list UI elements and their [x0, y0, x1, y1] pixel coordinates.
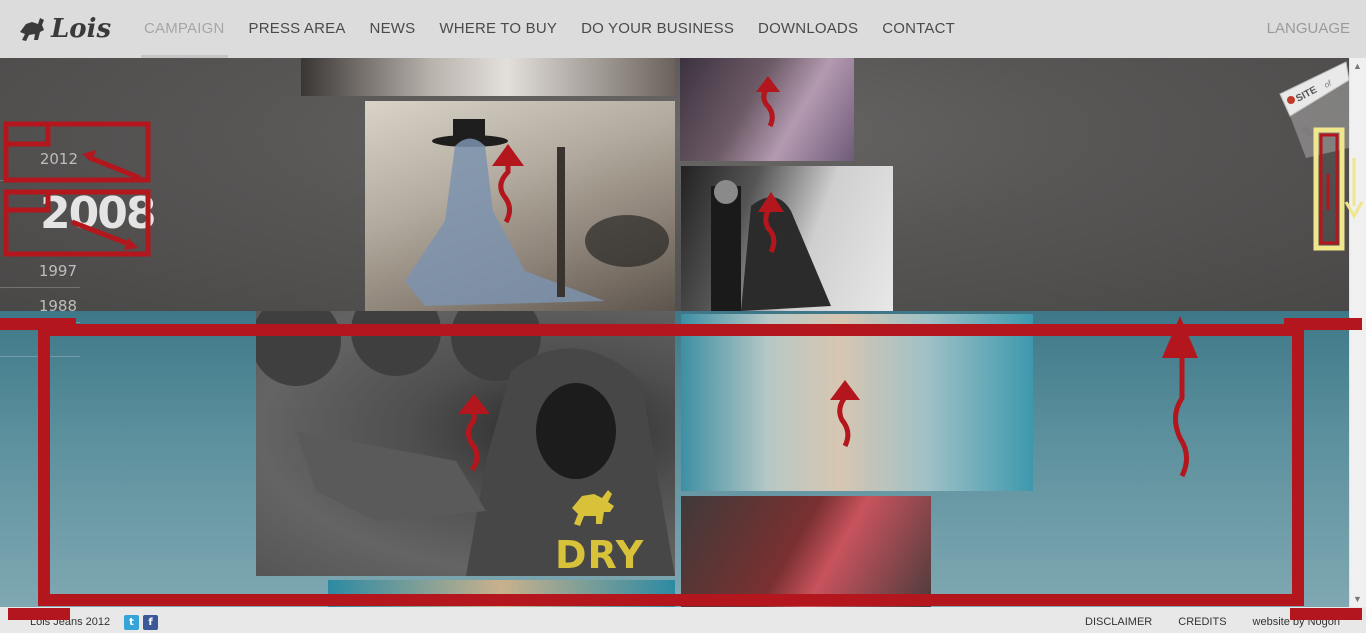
- nav-news[interactable]: NEWS: [358, 0, 428, 58]
- dry-print-text: DRY: [555, 533, 645, 577]
- svg-text:Lois: Lois: [50, 14, 112, 44]
- campaign-photo-bottom-strip[interactable]: [328, 580, 675, 607]
- nav-press-area[interactable]: PRESS AREA: [237, 0, 358, 58]
- timeline-divider: [0, 356, 80, 357]
- year-1997[interactable]: 1997: [0, 262, 80, 280]
- main-nav: CAMPAIGN PRESS AREA NEWS WHERE TO BUY DO…: [132, 0, 967, 58]
- language-selector[interactable]: LANGUAGE: [1267, 0, 1350, 58]
- scroll-up-arrow-icon[interactable]: ▲: [1353, 61, 1362, 71]
- hat-woman-figure: [405, 119, 669, 306]
- copyright-text: Lois Jeans 2012: [30, 616, 111, 628]
- facebook-icon[interactable]: f: [143, 615, 158, 630]
- nav-downloads[interactable]: DOWNLOADS: [746, 0, 870, 58]
- nav-do-your-business[interactable]: DO YOUR BUSINESS: [569, 0, 746, 58]
- nav-contact[interactable]: CONTACT: [870, 0, 967, 58]
- campaign-photo-tambourine[interactable]: [681, 496, 931, 607]
- site-header: Lois CAMPAIGN PRESS AREA NEWS WHERE TO B…: [0, 0, 1366, 58]
- award-icon: [1287, 96, 1295, 104]
- lois-logo[interactable]: Lois: [18, 10, 114, 46]
- year-timeline: 2012 2008 1997 1988: [0, 58, 156, 358]
- year-1988[interactable]: 1988: [0, 297, 80, 315]
- year-2012[interactable]: 2012: [0, 150, 80, 168]
- scroll-down-arrow-icon[interactable]: ▼: [1353, 594, 1362, 604]
- footer-links: DISCLAIMER CREDITS website by Nogon: [1085, 616, 1340, 628]
- campaign-photo-couple-bw[interactable]: [681, 166, 893, 311]
- campaign-photo-hat-woman[interactable]: [365, 101, 675, 311]
- site-footer: Lois Jeans 2012 t f DISCLAIMER CREDITS w…: [0, 607, 1366, 633]
- twitter-icon[interactable]: t: [124, 615, 139, 630]
- campaign-photo-couple-purple[interactable]: [680, 58, 854, 161]
- campaign-photo-top-strip[interactable]: [301, 58, 675, 96]
- year-2008-current[interactable]: 2008: [40, 188, 156, 239]
- campaign-photo-flower-garlands[interactable]: [681, 314, 1033, 491]
- timeline-divider: [0, 287, 80, 288]
- social-links: t f: [124, 615, 158, 630]
- site-of-the-day-ribbon[interactable]: SITE of the: [1276, 58, 1349, 158]
- yellow-bull-print-icon: [572, 490, 614, 526]
- timeline-divider: [0, 180, 80, 181]
- couple-bw-figure: [711, 180, 831, 311]
- nav-campaign[interactable]: CAMPAIGN: [132, 0, 237, 58]
- website-by-link[interactable]: website by Nogon: [1253, 616, 1340, 628]
- credits-link[interactable]: CREDITS: [1178, 616, 1226, 628]
- nav-where-to-buy[interactable]: WHERE TO BUY: [427, 0, 569, 58]
- disclaimer-link[interactable]: DISCLAIMER: [1085, 616, 1152, 628]
- page-scrollbar[interactable]: ▲ ▼: [1349, 58, 1366, 607]
- timeline-divider: [0, 322, 80, 323]
